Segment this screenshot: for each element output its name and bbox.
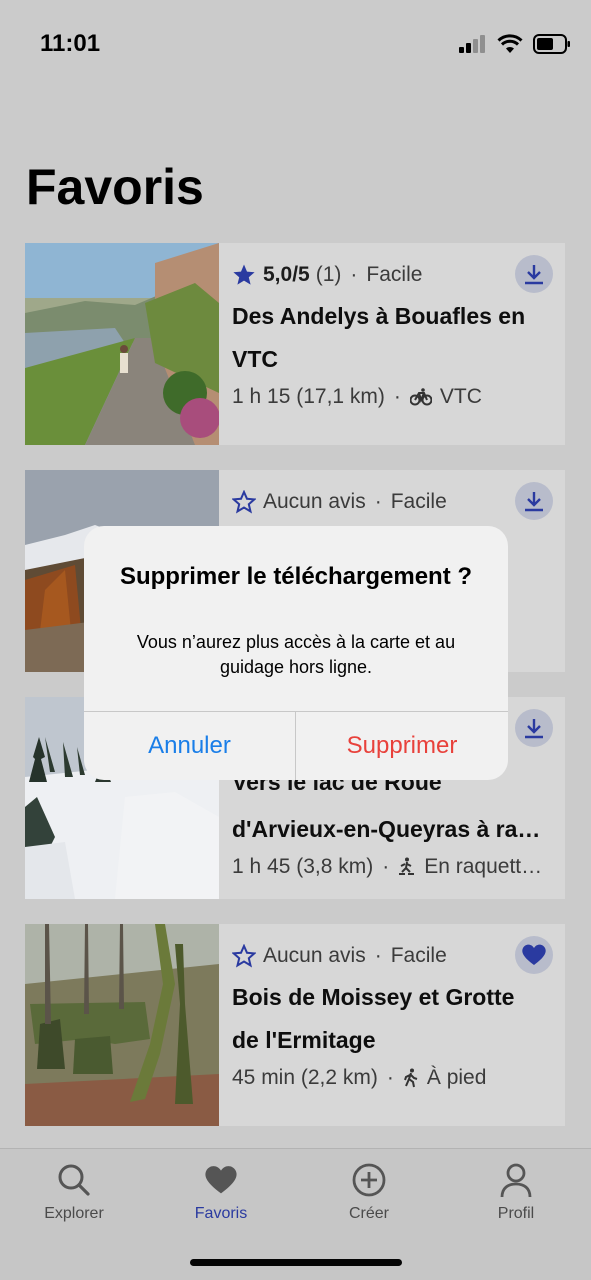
separator: · <box>393 385 401 408</box>
tab-profil[interactable]: Profil <box>456 1161 576 1223</box>
heart-icon <box>205 1166 237 1194</box>
separator: · <box>374 944 382 967</box>
status-time: 11:01 <box>40 30 101 57</box>
delete-button[interactable]: Supprimer <box>296 712 508 780</box>
heart-icon <box>522 944 546 965</box>
tab-label: Profil <box>497 1205 535 1222</box>
route-card[interactable]: 5,0/5 (1) · Facile Des Andelys à Bouafle… <box>25 243 565 445</box>
rating-row: Aucun avis · Facile <box>232 940 552 972</box>
plus-circle-icon <box>352 1163 386 1197</box>
route-duration: 1 h 45 (3,8 km) <box>232 855 374 878</box>
rating-value: Aucun avis <box>263 944 366 967</box>
favorite-button[interactable] <box>515 936 553 974</box>
alert-message: Vous n’aurez plus accès à la carte et au… <box>136 632 456 677</box>
route-activity: En raquett… <box>424 855 543 878</box>
route-stats: 1 h 45 (3,8 km) · En raquett… <box>232 851 552 883</box>
alert-title: Supprimer le téléchargement ? <box>119 563 473 590</box>
route-activity: À pied <box>426 1066 487 1089</box>
route-stats: 1 h 15 (17,1 km) · VTC <box>232 381 552 413</box>
download-icon <box>525 265 543 285</box>
download-button[interactable] <box>515 255 553 293</box>
tab-creer[interactable]: Créer <box>309 1161 429 1223</box>
tab-label: Favoris <box>194 1205 248 1222</box>
battery-icon <box>533 34 570 54</box>
difficulty: Facile <box>390 490 447 513</box>
separator: · <box>350 263 358 286</box>
cancel-button[interactable]: Annuler <box>84 712 295 780</box>
person-icon <box>500 1163 532 1198</box>
status-icons <box>459 34 571 54</box>
snowshoe-icon <box>398 857 416 877</box>
rating-row: Aucun avis · Facile <box>232 486 552 518</box>
download-button[interactable] <box>515 482 553 520</box>
separator: · <box>374 490 382 513</box>
bike-icon <box>409 388 432 406</box>
walking-icon <box>403 1068 419 1088</box>
star-outline-icon <box>232 490 256 514</box>
route-card[interactable]: Aucun avis · Facile Bois de Moissey et G… <box>25 924 565 1126</box>
star-outline-icon <box>232 944 256 968</box>
difficulty: Facile <box>390 944 447 967</box>
tab-explorer[interactable]: Explorer <box>14 1161 134 1223</box>
wifi-icon <box>497 34 523 53</box>
difficulty: Facile <box>366 263 423 286</box>
tab-label: Explorer <box>44 1205 104 1222</box>
route-duration: 1 h 15 (17,1 km) <box>232 385 385 408</box>
separator: · <box>386 1066 394 1089</box>
page-title: Favoris <box>26 159 204 215</box>
star-filled-icon <box>232 263 256 287</box>
review-count: (1) <box>315 263 342 286</box>
download-icon <box>525 719 543 739</box>
route-title: Bois de Moissey et Grotte de l'Ermitage <box>232 984 515 1053</box>
status-bar: 11:01 <box>0 0 591 88</box>
delete-download-alert: Supprimer le téléchargement ? Vous n’aur… <box>84 526 508 780</box>
tab-label: Créer <box>348 1205 389 1222</box>
download-icon <box>525 492 543 512</box>
download-button[interactable] <box>515 709 553 747</box>
home-indicator[interactable] <box>190 1259 402 1266</box>
route-thumbnail <box>25 243 219 445</box>
rating-row: 5,0/5 (1) · Facile <box>232 259 552 291</box>
route-activity: VTC <box>439 385 482 408</box>
route-title-line-2: d'Arvieux-en-Queyras à ra… <box>232 816 541 842</box>
route-stats: 45 min (2,2 km) · À pied <box>232 1062 552 1094</box>
rating-value: Aucun avis <box>263 490 366 513</box>
route-duration: 45 min (2,2 km) <box>232 1066 378 1089</box>
search-icon <box>58 1164 90 1196</box>
signal-icon <box>459 35 485 53</box>
separator: · <box>382 855 390 878</box>
route-thumbnail <box>25 924 219 1126</box>
route-title: Des Andelys à Bouafles en VTC <box>232 303 526 372</box>
tab-favoris[interactable]: Favoris <box>161 1161 281 1223</box>
rating-value: 5,0/5 <box>263 263 310 286</box>
